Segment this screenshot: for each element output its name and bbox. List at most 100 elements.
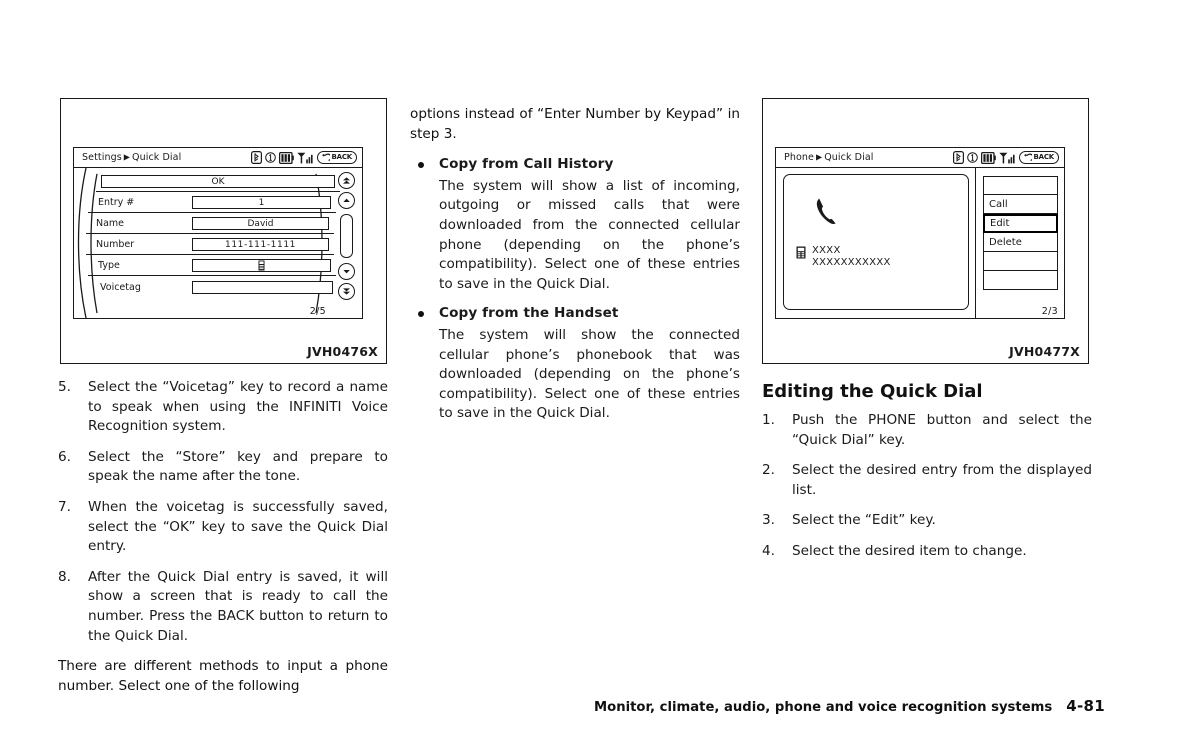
step-marker: 5.	[58, 379, 71, 395]
left-closing-paragraph: There are different methods to input a p…	[58, 658, 388, 694]
table-row[interactable]: Voicetag	[90, 277, 338, 297]
contact-name: XXXX	[812, 245, 841, 256]
bluetooth-icon	[251, 151, 263, 164]
list-row-ok[interactable]: OK	[96, 172, 340, 192]
mobile-phone-icon	[258, 260, 265, 271]
screen-body-settings: OK Entry # 1 Name David Number 111-111-1…	[74, 168, 362, 318]
back-button[interactable]: BACK	[1019, 151, 1059, 164]
table-row[interactable]: Name David	[86, 214, 334, 234]
screen-header: Settings ▶ Quick Dial BACK	[74, 148, 362, 168]
list-item: 5. Select the “Voicetag” key to record a…	[58, 378, 388, 437]
head-unit-screen-settings: Settings ▶ Quick Dial BACK OK Entry # 1 …	[73, 147, 363, 319]
list-item: 3. Select the “Edit” key.	[762, 511, 1092, 531]
chevron-down-icon	[343, 270, 350, 274]
list-item: 1. Push the PHONE button and select the …	[762, 411, 1092, 450]
context-menu: Call Edit Delete	[983, 176, 1058, 290]
figure-quick-dial-settings: Settings ▶ Quick Dial BACK OK Entry # 1 …	[60, 98, 387, 364]
breadcrumb: Phone ▶ Quick Dial	[784, 152, 874, 163]
menu-item-call[interactable]: Call	[983, 195, 1058, 214]
panel-divider	[975, 168, 976, 318]
figure-code: JVH0476X	[307, 344, 378, 359]
menu-item-blank-top[interactable]	[983, 176, 1058, 195]
section-heading: Editing the Quick Dial	[762, 381, 983, 402]
breadcrumb-arrow-icon: ▶	[815, 152, 823, 162]
bullet-body: The system will show the connected cellu…	[439, 326, 740, 422]
list-item: 4. Select the desired item to change.	[762, 542, 1092, 562]
signal-strength-icon	[999, 152, 1016, 163]
battery-icon	[981, 151, 997, 164]
step-marker: 3.	[762, 512, 775, 529]
back-button[interactable]: BACK	[317, 151, 357, 164]
right-steps-list: 1. Push the PHONE button and select the …	[762, 411, 1092, 562]
step-text: Select the “Store” key and prepare to sp…	[88, 448, 388, 485]
step-text: Select the desired item to change.	[792, 542, 1027, 559]
bullet-title: Copy from the Handset	[439, 305, 619, 322]
battery-icon	[279, 151, 295, 164]
menu-item-blank-1[interactable]	[983, 252, 1058, 271]
menu-item-delete[interactable]: Delete	[983, 233, 1058, 252]
footer-chapter-title: Monitor, climate, audio, phone and voice…	[594, 700, 1053, 715]
row-label-type: Type	[98, 260, 120, 271]
type-field[interactable]	[192, 259, 331, 272]
step-marker: 4.	[762, 542, 775, 559]
list-item: 6. Select the “Store” key and prepare to…	[58, 448, 388, 487]
breadcrumb-leaf: Quick Dial	[132, 152, 182, 163]
breadcrumb-arrow-icon: ▶	[123, 152, 131, 162]
list-item: 8. After the Quick Dial entry is saved, …	[58, 568, 388, 646]
scroll-page-down-button[interactable]	[338, 283, 355, 300]
middle-text-column: options instead of “Enter Number by Keyp…	[410, 105, 740, 434]
voicetag-field[interactable]	[192, 280, 333, 294]
step-marker: 2.	[762, 462, 775, 479]
scrollbar-thumb[interactable]	[340, 214, 353, 258]
step-text: Select the “Edit” key.	[792, 512, 936, 529]
step-marker: 6.	[58, 448, 71, 465]
ok-button[interactable]: OK	[101, 175, 335, 188]
back-arrow-icon	[1024, 153, 1033, 161]
step-text: Select the desired entry from the displa…	[792, 462, 1092, 498]
figure-code: JVH0477X	[1009, 344, 1080, 359]
breadcrumb-root: Settings	[82, 152, 122, 163]
back-button-label: BACK	[331, 153, 352, 161]
table-row[interactable]: Number 111-111-1111	[86, 235, 334, 255]
page-indicator: 2/5	[309, 306, 326, 317]
row-label-entry: Entry #	[98, 197, 135, 208]
menu-item-blank-2[interactable]	[983, 271, 1058, 290]
step-text: Push the PHONE button and select the “Qu…	[792, 412, 1092, 448]
table-row[interactable]: Type	[88, 256, 336, 276]
scroll-page-up-button[interactable]	[338, 172, 355, 189]
mobile-phone-icon	[796, 246, 806, 259]
double-chevron-down-icon	[343, 288, 350, 295]
step-text: Select the “Voicetag” key to record a na…	[88, 379, 388, 435]
breadcrumb-root: Phone	[784, 152, 814, 163]
step-marker: 7.	[58, 498, 71, 515]
step-text: After the Quick Dial entry is saved, it …	[88, 568, 388, 644]
scroll-up-button[interactable]	[338, 192, 355, 209]
menu-item-edit[interactable]: Edit	[983, 214, 1058, 233]
right-text-column: Editing the Quick Dial 1. Push the PHONE…	[762, 380, 1092, 573]
chevron-up-icon	[343, 198, 350, 202]
phone-handset-icon	[816, 198, 836, 225]
screen-header: Phone ▶ Quick Dial BACK	[776, 148, 1064, 168]
scroll-down-button[interactable]	[338, 263, 355, 280]
list-item: 7. When the voicetag is successfully sav…	[58, 498, 388, 557]
table-row[interactable]: Entry # 1	[88, 193, 336, 213]
left-steps-list: 5. Select the “Voicetag” key to record a…	[58, 378, 388, 646]
bullet-body: The system will show a list of incoming,…	[439, 177, 740, 292]
row-label-voicetag: Voicetag	[100, 281, 141, 293]
status-icon-group: BACK	[953, 151, 1059, 164]
name-field[interactable]: David	[192, 217, 329, 230]
step-marker: 1.	[762, 412, 775, 428]
roaming-indicator-icon	[265, 152, 277, 163]
head-unit-screen-phone: Phone ▶ Quick Dial BACK XXXX XXXXXXXXXXX…	[775, 147, 1065, 319]
back-button-label: BACK	[1033, 153, 1054, 161]
status-icon-group: BACK	[251, 151, 357, 164]
list-item: 2. Select the desired entry from the dis…	[762, 461, 1092, 500]
step-text: When the voicetag is successfully saved,…	[88, 498, 388, 555]
contact-info: XXXX XXXXXXXXXXX	[796, 245, 891, 268]
entry-number-field[interactable]: 1	[192, 196, 331, 209]
settings-list: OK Entry # 1 Name David Number 111-111-1…	[74, 168, 362, 318]
call-info-panel: XXXX XXXXXXXXXXX	[783, 174, 969, 310]
number-field[interactable]: 111-111-1111	[192, 238, 329, 251]
left-text-column: 5. Select the “Voicetag” key to record a…	[58, 378, 388, 707]
bullet-dot-icon	[418, 162, 424, 169]
